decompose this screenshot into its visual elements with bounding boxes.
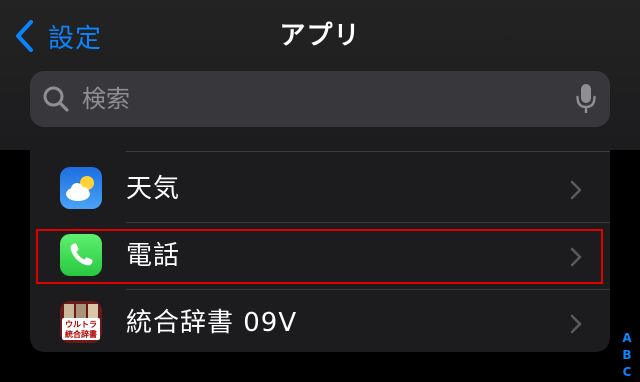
section-index[interactable]: A B C <box>620 330 634 381</box>
search-input[interactable] <box>82 85 576 113</box>
list-item-label: 統合辞書 09V <box>126 308 298 338</box>
microphone-icon[interactable] <box>576 83 596 115</box>
page-title: アプリ <box>279 21 361 51</box>
screen: 設定 アプリ 検索 天気 電話 ウルトラ 統合辞書 統合辞書 09V A B C <box>0 0 640 382</box>
index-letter[interactable]: B <box>620 347 634 364</box>
chevron-right-icon <box>570 314 582 334</box>
index-letter[interactable]: A <box>620 330 634 347</box>
row-separator <box>126 151 610 152</box>
dictionary-icon-text-top: ウルトラ <box>65 320 97 329</box>
search-bar[interactable] <box>30 71 610 127</box>
dictionary-icon-text-bottom: 統合辞書 <box>65 329 97 339</box>
weather-icon <box>60 167 102 209</box>
list-item-dictionary[interactable]: ウルトラ 統合辞書 統合辞書 09V <box>30 290 610 352</box>
navigation-bar: 設定 アプリ <box>0 0 640 150</box>
highlight-box <box>36 229 603 284</box>
list-item-label: 天気 <box>126 174 181 204</box>
search-icon <box>43 86 69 112</box>
index-letter[interactable]: C <box>620 364 634 381</box>
chevron-right-icon <box>570 180 582 200</box>
dictionary-icon: ウルトラ 統合辞書 <box>60 301 102 343</box>
list-item-weather[interactable]: 天気 <box>30 156 610 222</box>
